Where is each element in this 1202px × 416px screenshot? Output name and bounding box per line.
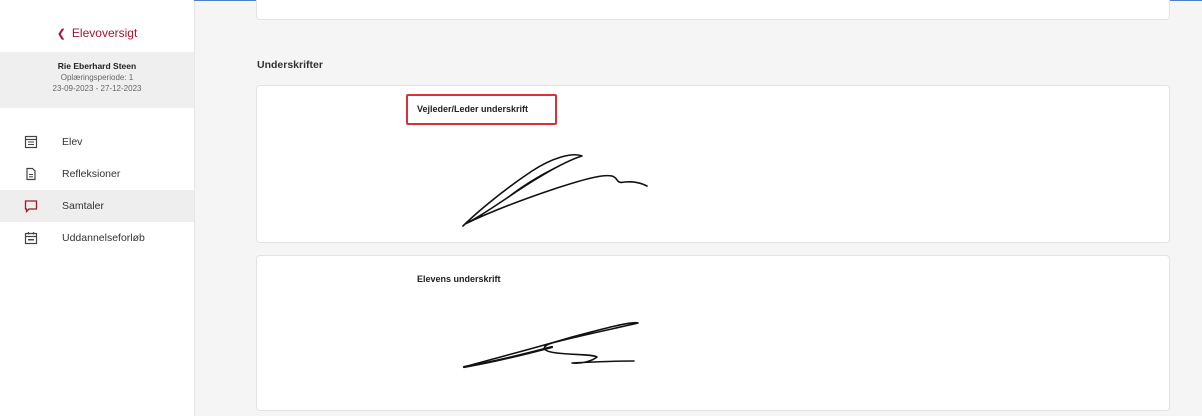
annotation-highlight-box: [406, 94, 557, 125]
sidebar-item-elev[interactable]: Elev: [0, 126, 194, 158]
sidebar-item-uddannelseforloeb[interactable]: Uddannelseforløb: [0, 222, 194, 254]
sidebar-item-label: Uddannelseforløb: [62, 232, 145, 244]
chevron-left-icon: ❮: [56, 28, 66, 40]
student-signature-label: Elevens underskrift: [417, 274, 501, 284]
sidebar-item-refleksioner[interactable]: Refleksioner: [0, 158, 194, 190]
sidebar-item-label: Samtaler: [62, 200, 105, 212]
student-name: Rie Eberhard Steen: [57, 61, 137, 71]
sidebar: ❮ Elevoversigt Rie Eberhard Steen Oplærin…: [0, 0, 195, 416]
previous-section-card: [256, 0, 1170, 20]
period-dates: 23-09-2023 - 27-12-2023: [52, 84, 142, 93]
section-title: Underskrifter: [257, 59, 323, 71]
chat-icon: [24, 200, 38, 213]
back-to-student-overview-link[interactable]: ❮ Elevoversigt: [0, 26, 194, 40]
student-signature-card: Elevens underskrift: [256, 255, 1170, 411]
id-card-icon: [24, 135, 38, 149]
supervisor-signature-card: Vejleder/Leder underskrift: [256, 85, 1170, 243]
training-period: Oplæringsperiode: 1: [60, 73, 134, 82]
sidebar-item-label: Refleksioner: [62, 168, 121, 180]
calendar-icon: [24, 232, 38, 245]
student-info-panel: Rie Eberhard Steen Oplæringsperiode: 1 2…: [0, 52, 194, 108]
document-icon: [26, 167, 36, 181]
back-link-label: Elevoversigt: [71, 26, 138, 40]
student-signature-image: [462, 321, 639, 369]
sidebar-nav: Elev Refleksioner Samtaler Uddannelsefor…: [0, 126, 194, 254]
sidebar-item-label: Elev: [62, 136, 83, 148]
supervisor-signature-image: [462, 154, 648, 227]
sidebar-item-samtaler[interactable]: Samtaler: [0, 190, 194, 222]
